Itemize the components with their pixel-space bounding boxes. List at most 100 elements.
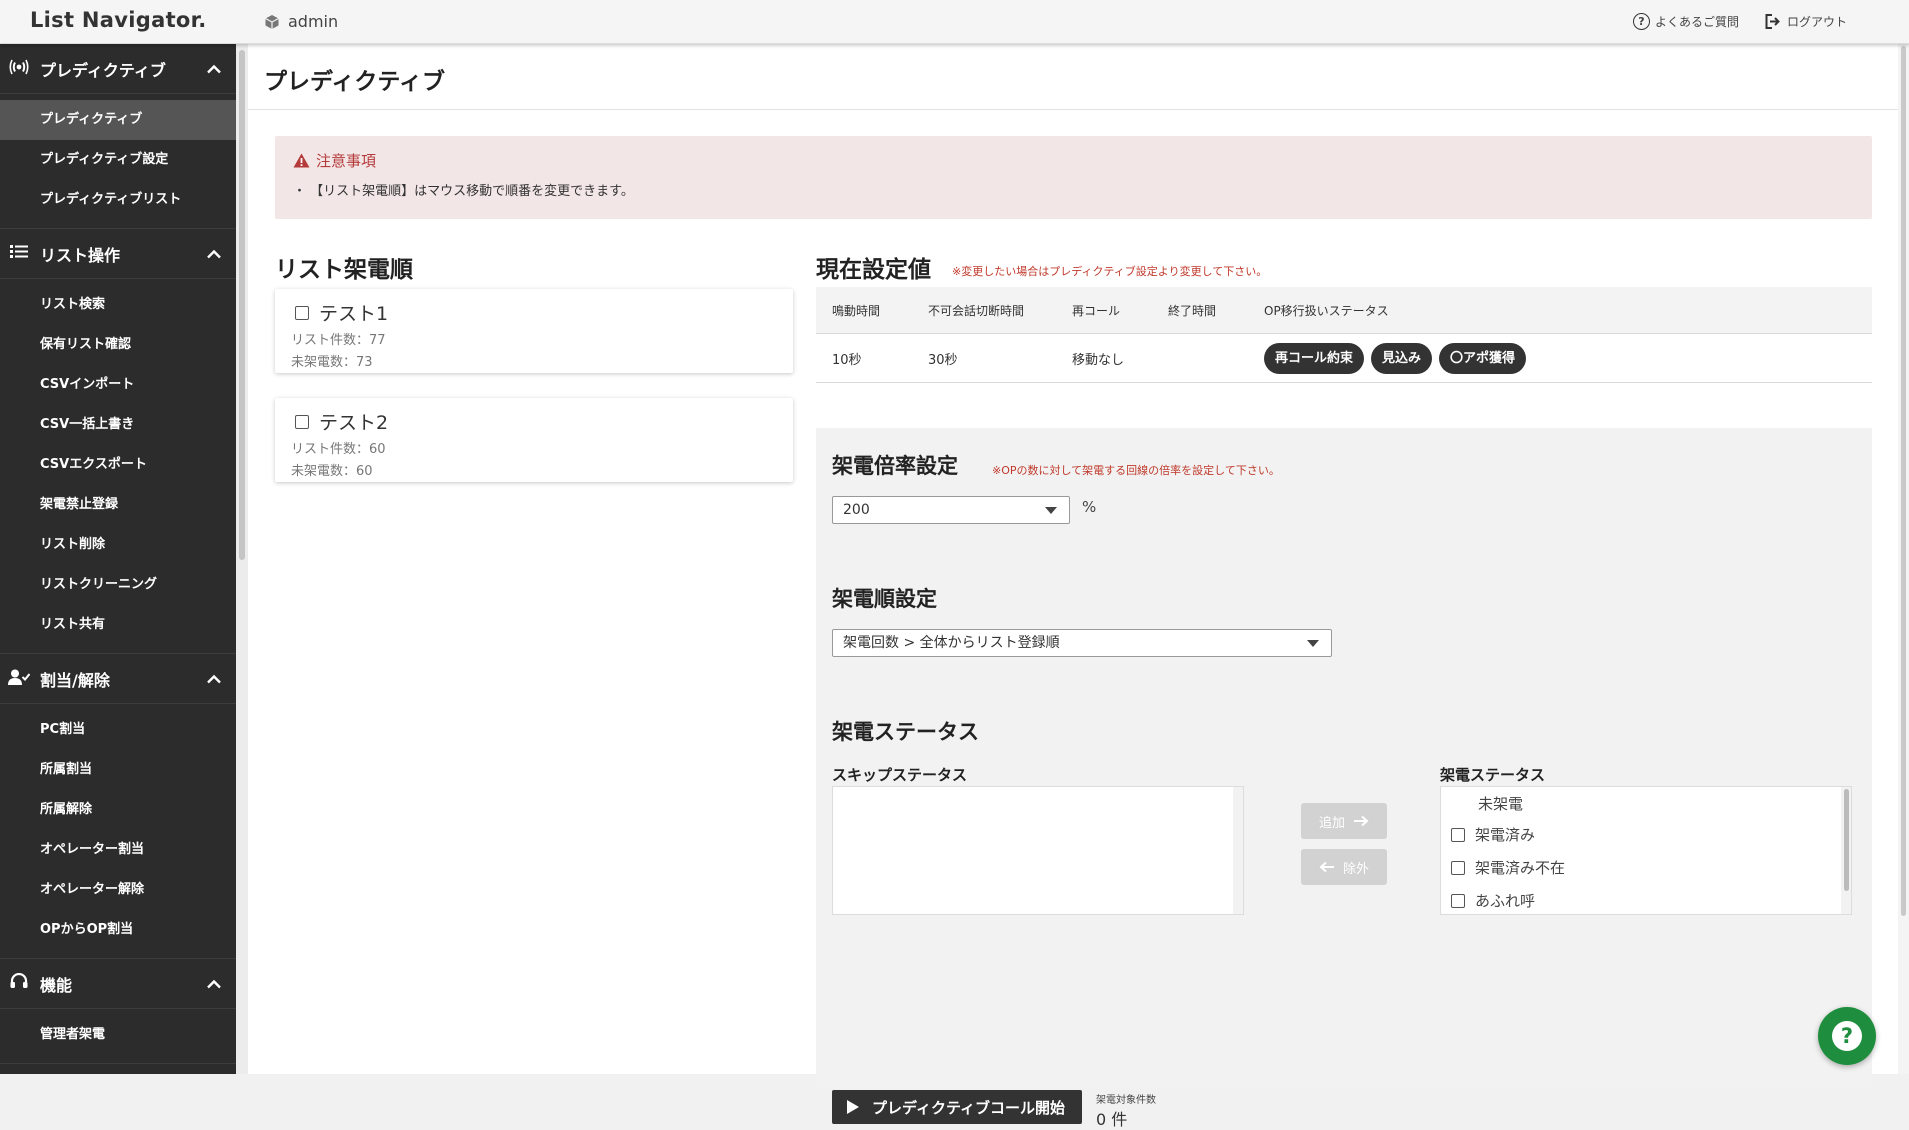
sidebar-item-predictive[interactable]: プレディクティブ — [0, 100, 236, 140]
sidebar-item-op-to-op[interactable]: OPからOP割当 — [0, 910, 236, 950]
sidebar-section-label: 割当/解除 — [40, 670, 110, 690]
sidebar-item-list-cleaning[interactable]: リストクリーニング — [0, 565, 236, 605]
call-order-title: リスト架電順 — [275, 257, 413, 283]
list-checkbox[interactable] — [295, 305, 309, 320]
question-icon: ? — [1832, 1021, 1862, 1051]
sidebar-item-csv-import[interactable]: CSVインポート — [0, 365, 236, 405]
skip-status-list[interactable] — [832, 786, 1244, 915]
sidebar-scroll-thumb[interactable] — [239, 50, 245, 560]
sidebar-item-owned-lists[interactable]: 保有リスト確認 — [0, 325, 236, 365]
sidebar-section-assign[interactable]: 割当/解除 — [0, 654, 236, 704]
logout-link[interactable]: ログアウト — [1765, 13, 1847, 30]
arrow-right-icon — [1354, 815, 1369, 827]
sidebar-item-group-assign[interactable]: 所属割当 — [0, 750, 236, 790]
call-status-label: 架電ステータス — [1440, 766, 1546, 784]
question-circle-icon: ? — [1632, 13, 1650, 30]
list-card-test1[interactable]: テスト1 リスト件数：77 未架電数：73 — [275, 289, 793, 373]
start-predictive-call-button[interactable]: プレディクティブコール開始 — [832, 1090, 1082, 1124]
sidebar-item-group-release[interactable]: 所属解除 — [0, 790, 236, 830]
main-area: プレディクティブ 注意事項 ・ 【リスト架電順】はマウス移動で順番を変更できます… — [248, 44, 1898, 1129]
notice-body: ・ 【リスト架電順】はマウス移動で順番を変更できます。 — [293, 184, 634, 199]
order-select[interactable]: 架電回数 > 全体からリスト登録順 — [832, 629, 1332, 657]
add-button[interactable]: 追加 — [1301, 803, 1387, 839]
sidebar-item-operator-release[interactable]: オペレーター解除 — [0, 870, 236, 910]
option-checkbox[interactable] — [1451, 893, 1465, 908]
page-content: 注意事項 ・ 【リスト架電順】はマウス移動で順番を変更できます。 リスト架電順 … — [248, 110, 1898, 1129]
list-checkbox[interactable] — [295, 414, 309, 429]
settings-panel: 架電倍率設定 ※OPの数に対して架電する回線の倍率を設定して下さい。 200 %… — [816, 428, 1872, 1129]
current-settings-title: 現在設定値 — [816, 257, 931, 283]
col-ring-time: 鳴動時間 — [832, 303, 881, 318]
sidebar-item-list-delete[interactable]: リスト削除 — [0, 525, 236, 565]
sidebar-item-predictive-list[interactable]: プレディクティブリスト — [0, 180, 236, 220]
target-count-label: 架電対象件数 — [1096, 1095, 1156, 1106]
col-op-status: OP移行扱いステータス — [1264, 303, 1389, 318]
add-label: 追加 — [1318, 815, 1345, 831]
sidebar-item-operator-assign[interactable]: オペレーター割当 — [0, 830, 236, 870]
current-settings-note: ※変更したい場合はプレディクティブ設定より変更して下さい。 — [952, 265, 1268, 278]
list-count: リスト件数：60 — [291, 442, 386, 457]
user-info: admin — [264, 12, 338, 31]
call-status-list[interactable]: 未架電 架電済み 架電済み不在 あふれ呼 — [1440, 786, 1852, 915]
call-status-option[interactable]: あふれ呼 — [1451, 890, 1535, 911]
col-end-time: 終了時間 — [1168, 303, 1217, 318]
sidebar-section-label: 機能 — [40, 975, 73, 995]
cube-icon — [265, 14, 279, 29]
sidebar-section-list-ops[interactable]: リスト操作 — [0, 229, 236, 279]
sidebar-item-list-search[interactable]: リスト検索 — [0, 285, 236, 325]
arrow-left-icon — [1319, 861, 1334, 873]
cell-op-status: 再コール約束 見込み 〇アポ獲得 — [1248, 342, 1872, 374]
ratio-title: 架電倍率設定 — [832, 454, 958, 478]
notice-title: 注意事項 — [293, 150, 1854, 171]
sidebar-item-list-share[interactable]: リスト共有 — [0, 605, 236, 645]
list-card-test2[interactable]: テスト2 リスト件数：60 未架電数：60 — [275, 398, 793, 482]
option-label: 架電済み — [1475, 826, 1536, 844]
call-status-option[interactable]: 未架電 — [1451, 793, 1523, 814]
current-settings-table: 鳴動時間 不可会話切断時間 再コール 終了時間 OP移行扱いステータス 10秒 … — [816, 287, 1872, 383]
ratio-select[interactable]: 200 — [832, 496, 1070, 524]
notice-title-text: 注意事項 — [316, 152, 377, 170]
sidebar-section-predictive[interactable]: プレディクティブ — [0, 44, 236, 94]
chevron-up-icon — [207, 249, 221, 258]
faq-link[interactable]: ? よくあるご質問 — [1632, 13, 1739, 30]
ratio-unit: % — [1082, 498, 1097, 516]
list-uncalled: 未架電数：73 — [291, 355, 373, 370]
call-status-option[interactable]: 架電済み不在 — [1451, 857, 1565, 878]
dropdown-arrow-icon — [1045, 507, 1057, 514]
sidebar-item-predictive-settings[interactable]: プレディクティブ設定 — [0, 140, 236, 180]
target-count-value: 0 件 — [1096, 1110, 1128, 1129]
status-pill-appointment[interactable]: 〇アポ獲得 — [1439, 342, 1527, 374]
ratio-note: ※OPの数に対して架電する回線の倍率を設定して下さい。 — [992, 464, 1280, 477]
broadcast-icon — [8, 59, 30, 79]
col-recall: 再コール — [1072, 303, 1121, 318]
app-logo[interactable]: List Navigator. — [30, 8, 207, 32]
page-scrollbar[interactable] — [1898, 44, 1909, 1074]
svg-text:?: ? — [1841, 1024, 1853, 1048]
sidebar-item-csv-export[interactable]: CSVエクスポート — [0, 445, 236, 485]
page-scroll-thumb[interactable] — [1901, 46, 1906, 916]
cell-cut-time: 30秒 — [928, 352, 958, 368]
sidebar-item-pc-assign[interactable]: PC割当 — [0, 710, 236, 750]
sidebar-item-csv-overwrite[interactable]: CSV一括上書き — [0, 405, 236, 445]
option-checkbox[interactable] — [1451, 860, 1465, 875]
status-pill-recall[interactable]: 再コール約束 — [1264, 342, 1365, 374]
col-cut-time: 不可会話切断時間 — [928, 303, 1025, 318]
call-status-option[interactable]: 架電済み — [1451, 824, 1535, 845]
list-name: テスト1 — [319, 303, 389, 325]
sidebar-item-admin-call[interactable]: 管理者架電 — [0, 1015, 236, 1055]
order-value: 架電回数 > 全体からリスト登録順 — [843, 635, 1060, 651]
help-fab-button[interactable]: ? — [1818, 1007, 1876, 1065]
sidebar-item-call-block[interactable]: 架電禁止登録 — [0, 485, 236, 525]
sidebar-section-features[interactable]: 機能 — [0, 959, 236, 1009]
sidebar-section-label: プレディクティブ — [40, 60, 166, 80]
call-list-scroll-thumb[interactable] — [1844, 789, 1849, 891]
call-list-scrollbar[interactable] — [1841, 787, 1851, 914]
order-title: 架電順設定 — [832, 587, 937, 611]
play-icon — [847, 1100, 859, 1114]
remove-label: 除外 — [1342, 861, 1369, 877]
status-pill-prospect[interactable]: 見込み — [1371, 342, 1433, 374]
remove-button[interactable]: 除外 — [1301, 849, 1387, 885]
sidebar-scrollbar[interactable] — [236, 44, 248, 1074]
skip-list-scrollbar[interactable] — [1233, 787, 1243, 914]
option-checkbox[interactable] — [1451, 827, 1465, 842]
